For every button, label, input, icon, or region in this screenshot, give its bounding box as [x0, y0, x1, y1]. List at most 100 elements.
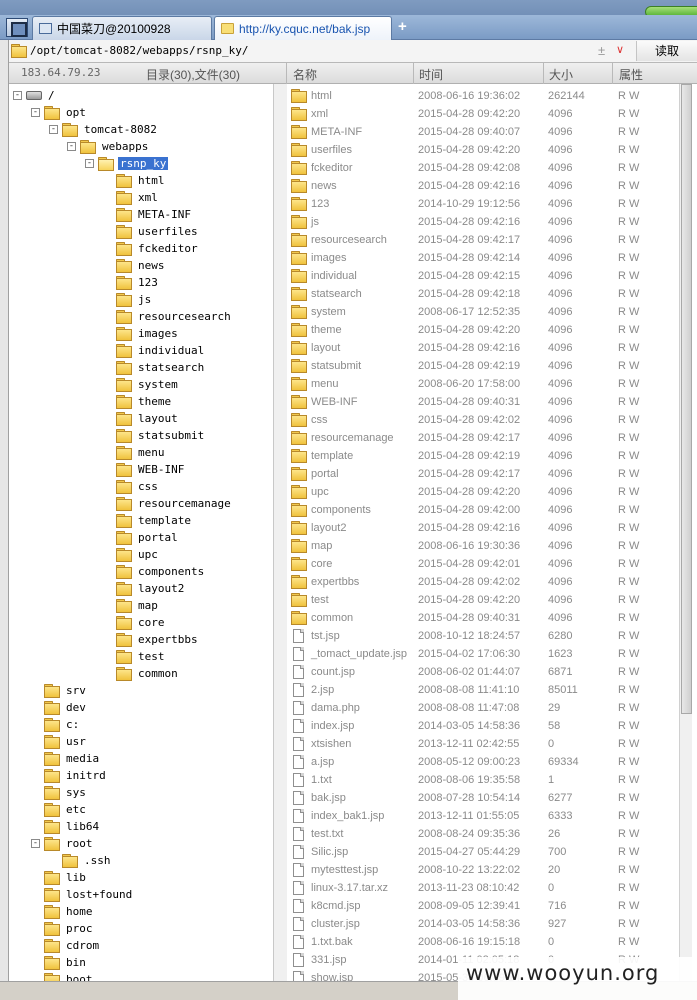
- column-name[interactable]: 名称: [293, 66, 317, 83]
- tree-node[interactable]: META-INF: [116, 206, 193, 223]
- tree-node[interactable]: media: [44, 750, 101, 767]
- tree-node[interactable]: lib64: [44, 818, 101, 835]
- collapse-toggle[interactable]: -: [31, 108, 40, 117]
- file-row[interactable]: xtsishen 2013-12-11 02:42:55 0 R W: [287, 735, 679, 753]
- file-row[interactable]: k8cmd.jsp 2008-09-05 12:39:41 716 R W: [287, 897, 679, 915]
- tree-node[interactable]: layout: [116, 410, 180, 427]
- chevron-down-icon[interactable]: ∨: [616, 43, 624, 56]
- tree-node[interactable]: layout2: [116, 580, 186, 597]
- file-row[interactable]: fckeditor 2015-04-28 09:42:08 4096 R W: [287, 159, 679, 177]
- tree-node[interactable]: - tomcat-8082: [49, 121, 159, 138]
- path-input[interactable]: /opt/tomcat-8082/webapps/rsnp_ky/: [30, 44, 249, 57]
- tree-node[interactable]: - /: [13, 87, 57, 104]
- file-row[interactable]: linux-3.17.tar.xz 2013-11-23 08:10:42 0 R W: [287, 879, 679, 897]
- tree-node[interactable]: map: [116, 597, 160, 614]
- tree-node[interactable]: menu: [116, 444, 167, 461]
- tree-node[interactable]: fckeditor: [116, 240, 200, 257]
- file-row[interactable]: resourcesearch 2015-04-28 09:42:17 4096 R W: [287, 231, 679, 249]
- file-row[interactable]: js 2015-04-28 09:42:16 4096 R W: [287, 213, 679, 231]
- column-attr[interactable]: 属性: [619, 66, 643, 83]
- collapse-toggle[interactable]: -: [49, 125, 58, 134]
- encoding-toggle[interactable]: ±: [598, 43, 605, 58]
- tree-node[interactable]: core: [116, 614, 167, 631]
- tree-node[interactable]: bin: [44, 954, 88, 971]
- file-row[interactable]: images 2015-04-28 09:42:14 4096 R W: [287, 249, 679, 267]
- file-row[interactable]: css 2015-04-28 09:42:02 4096 R W: [287, 411, 679, 429]
- file-row[interactable]: menu 2008-06-20 17:58:00 4096 R W: [287, 375, 679, 393]
- file-row[interactable]: dama.php 2008-08-08 11:47:08 29 R W: [287, 699, 679, 717]
- tree-node[interactable]: .ssh: [62, 852, 113, 869]
- column-divider[interactable]: [286, 63, 287, 84]
- tree-node[interactable]: cdrom: [44, 937, 101, 954]
- tree-node[interactable]: boot: [44, 971, 95, 981]
- file-row[interactable]: xml 2015-04-28 09:42:20 4096 R W: [287, 105, 679, 123]
- tree-node[interactable]: lost+found: [44, 886, 134, 903]
- collapse-toggle[interactable]: -: [67, 142, 76, 151]
- file-row[interactable]: index_bak1.jsp 2013-12-11 01:55:05 6333 R W: [287, 807, 679, 825]
- file-row[interactable]: a.jsp 2008-05-12 09:00:23 69334 R W: [287, 753, 679, 771]
- tree-node[interactable]: WEB-INF: [116, 461, 186, 478]
- tab-caidao[interactable]: 中国菜刀@20100928: [32, 16, 212, 40]
- tree-node[interactable]: - webapps: [67, 138, 150, 155]
- tree-node[interactable]: initrd: [44, 767, 108, 784]
- tree-node[interactable]: template: [116, 512, 193, 529]
- file-row[interactable]: index.jsp 2014-03-05 14:58:36 58 R W: [287, 717, 679, 735]
- file-row[interactable]: _tomact_update.jsp 2015-04-02 17:06:30 162…: [287, 645, 679, 663]
- tree-node[interactable]: individual: [116, 342, 206, 359]
- tree-node[interactable]: dev: [44, 699, 88, 716]
- new-tab-button[interactable]: +: [398, 18, 412, 36]
- file-row[interactable]: statsubmit 2015-04-28 09:42:19 4096 R W: [287, 357, 679, 375]
- collapse-toggle[interactable]: -: [13, 91, 22, 100]
- tree-node[interactable]: - rsnp_ky: [85, 155, 169, 172]
- file-row[interactable]: mytesttest.jsp 2008-10-22 13:22:02 20 R W: [287, 861, 679, 879]
- tree-node[interactable]: etc: [44, 801, 88, 818]
- tree-scrollbar[interactable]: [273, 84, 287, 981]
- file-row[interactable]: theme 2015-04-28 09:42:20 4096 R W: [287, 321, 679, 339]
- tree-node[interactable]: home: [44, 903, 95, 920]
- tree-node[interactable]: statsubmit: [116, 427, 206, 444]
- tree-node[interactable]: css: [116, 478, 160, 495]
- tree-node[interactable]: xml: [116, 189, 160, 206]
- window-menu-icon[interactable]: [6, 18, 28, 37]
- file-row[interactable]: resourcemanage 2015-04-28 09:42:17 4096 R W: [287, 429, 679, 447]
- tree-node[interactable]: theme: [116, 393, 173, 410]
- file-row[interactable]: core 2015-04-28 09:42:01 4096 R W: [287, 555, 679, 573]
- column-size[interactable]: 大小: [549, 66, 573, 83]
- tree-node[interactable]: usr: [44, 733, 88, 750]
- collapse-toggle[interactable]: -: [31, 839, 40, 848]
- file-row[interactable]: expertbbs 2015-04-28 09:42:02 4096 R W: [287, 573, 679, 591]
- file-row[interactable]: userfiles 2015-04-28 09:42:20 4096 R W: [287, 141, 679, 159]
- tree-node[interactable]: 123: [116, 274, 160, 291]
- file-row[interactable]: statsearch 2015-04-28 09:42:18 4096 R W: [287, 285, 679, 303]
- tree-node[interactable]: srv: [44, 682, 88, 699]
- tree-node[interactable]: resourcemanage: [116, 495, 233, 512]
- file-row[interactable]: individual 2015-04-28 09:42:15 4096 R W: [287, 267, 679, 285]
- tree-node[interactable]: news: [116, 257, 167, 274]
- tree-node[interactable]: html: [116, 172, 167, 189]
- file-row[interactable]: test 2015-04-28 09:42:20 4096 R W: [287, 591, 679, 609]
- file-row[interactable]: cluster.jsp 2014-03-05 14:58:36 927 R W: [287, 915, 679, 933]
- tree-node[interactable]: sys: [44, 784, 88, 801]
- tree-node[interactable]: js: [116, 291, 153, 308]
- tree-node[interactable]: statsearch: [116, 359, 206, 376]
- column-time[interactable]: 时间: [419, 66, 443, 83]
- file-row[interactable]: components 2015-04-28 09:42:00 4096 R W: [287, 501, 679, 519]
- file-row[interactable]: 1.txt.bak 2008-06-16 19:15:18 0 R W: [287, 933, 679, 951]
- file-row[interactable]: 123 2014-10-29 19:12:56 4096 R W: [287, 195, 679, 213]
- file-row[interactable]: html 2008-06-16 19:36:02 262144 R W: [287, 87, 679, 105]
- file-row[interactable]: layout2 2015-04-28 09:42:16 4096 R W: [287, 519, 679, 537]
- file-row[interactable]: layout 2015-04-28 09:42:16 4096 R W: [287, 339, 679, 357]
- tree-node[interactable]: expertbbs: [116, 631, 200, 648]
- tree-node[interactable]: - opt: [31, 104, 88, 121]
- file-row[interactable]: tst.jsp 2008-10-12 18:24:57 6280 R W: [287, 627, 679, 645]
- file-row[interactable]: upc 2015-04-28 09:42:20 4096 R W: [287, 483, 679, 501]
- tree-node[interactable]: proc: [44, 920, 95, 937]
- file-row[interactable]: map 2008-06-16 19:30:36 4096 R W: [287, 537, 679, 555]
- tree-node[interactable]: upc: [116, 546, 160, 563]
- scrollbar-thumb[interactable]: [681, 84, 692, 714]
- tree-node[interactable]: system: [116, 376, 180, 393]
- tree-node[interactable]: components: [116, 563, 206, 580]
- tree-node[interactable]: portal: [116, 529, 180, 546]
- tree-node[interactable]: resourcesearch: [116, 308, 233, 325]
- file-row[interactable]: 2.jsp 2008-08-08 11:41:10 85011 R W: [287, 681, 679, 699]
